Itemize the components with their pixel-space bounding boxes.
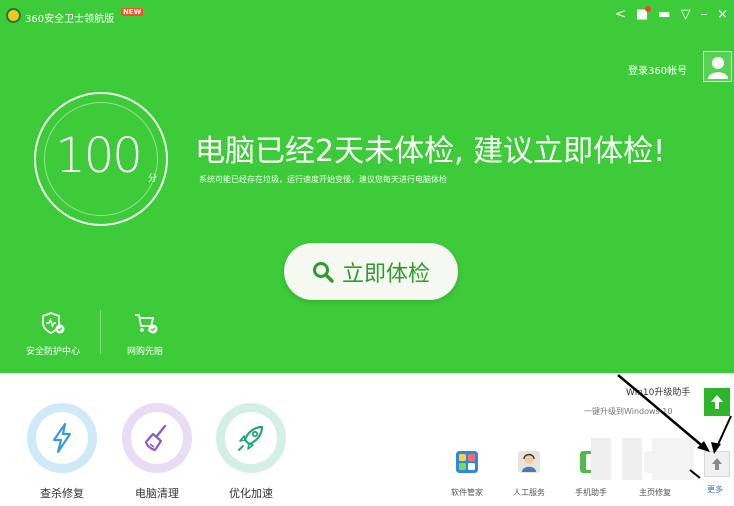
main-tool-label: 查杀修复: [40, 487, 84, 500]
title-bar: 360安全卫士领航版 NEW < ■ ▬ ▽ – ×: [0, 0, 734, 34]
small-tool-label: 主页修复: [639, 488, 671, 497]
main-tool-label: 电脑清理: [135, 487, 179, 500]
rocket-icon: [238, 425, 264, 451]
broom-icon: [144, 424, 167, 452]
win10-upgrade-subtitle: 一键升级到Windows 10: [584, 407, 673, 416]
status-headline: 电脑已经2天未体检, 建议立即体检!: [195, 134, 666, 169]
small-tool-label: 手机助手: [575, 488, 607, 497]
redacted-area: [591, 438, 611, 480]
close-icon[interactable]: ×: [717, 7, 728, 23]
main-tool-scan-repair[interactable]: 查杀修复: [22, 403, 102, 501]
health-score: 100: [55, 128, 143, 184]
scan-now-label: 立即体检: [341, 261, 430, 287]
tool-ring: [27, 403, 97, 473]
tool-ring: [216, 403, 286, 473]
share-icon[interactable]: <: [615, 7, 626, 23]
search-icon: [312, 261, 334, 283]
notification-icon[interactable]: ■: [636, 6, 652, 23]
app-title: 360安全卫士领航版: [25, 14, 115, 25]
arrow-up-icon: [711, 395, 723, 409]
small-tool-software-manager[interactable]: 软件管家: [440, 451, 494, 498]
avatar[interactable]: [703, 51, 732, 82]
shield-icon: [42, 312, 65, 335]
customer-service-icon: [518, 451, 540, 473]
window-controls: < ■ ▬ ▽ – ×: [615, 6, 728, 23]
menu-icon[interactable]: ▽: [681, 7, 691, 23]
app-logo-icon: [6, 8, 21, 23]
scan-now-button[interactable]: 立即体检: [284, 243, 458, 300]
upload-arrow-icon: [712, 458, 722, 470]
user-icon: [708, 57, 728, 79]
security-center-label: 安全防护中心: [25, 347, 80, 357]
main-tool-optimize[interactable]: 优化加速: [211, 403, 291, 501]
shopping-compensation-tool[interactable]: 网购先赔: [112, 311, 178, 357]
software-manager-icon: [456, 451, 478, 473]
win10-upgrade-button[interactable]: [704, 388, 730, 416]
new-badge: NEW: [121, 8, 144, 16]
login-link[interactable]: 登录360帐号: [628, 62, 687, 77]
cart-icon: [135, 314, 158, 334]
more-label[interactable]: 更多: [707, 484, 723, 495]
lightning-icon: [52, 422, 72, 454]
more-button[interactable]: [704, 451, 730, 477]
tool-ring: [122, 403, 192, 473]
redacted-area: [622, 438, 642, 480]
minimize-icon[interactable]: –: [701, 7, 708, 23]
main-tool-label: 优化加速: [229, 487, 273, 500]
small-tool-customer-service[interactable]: 人工服务: [502, 451, 556, 498]
redacted-area: [652, 438, 694, 480]
status-subline: 系统可能已经存在垃圾，运行速度开始变慢，建议您每天进行电脑体检: [199, 175, 447, 184]
small-tool-label: 软件管家: [451, 488, 483, 497]
win10-upgrade-title: Win10升级助手: [626, 388, 691, 398]
small-tool-label: 人工服务: [513, 488, 545, 497]
security-center-tool[interactable]: 安全防护中心: [18, 311, 88, 357]
main-tool-clean[interactable]: 电脑清理: [117, 403, 197, 501]
message-icon[interactable]: ▬: [658, 7, 670, 23]
shopping-compensation-label: 网购先赔: [126, 347, 163, 357]
score-unit: 分: [148, 174, 158, 184]
divider: [100, 310, 101, 354]
